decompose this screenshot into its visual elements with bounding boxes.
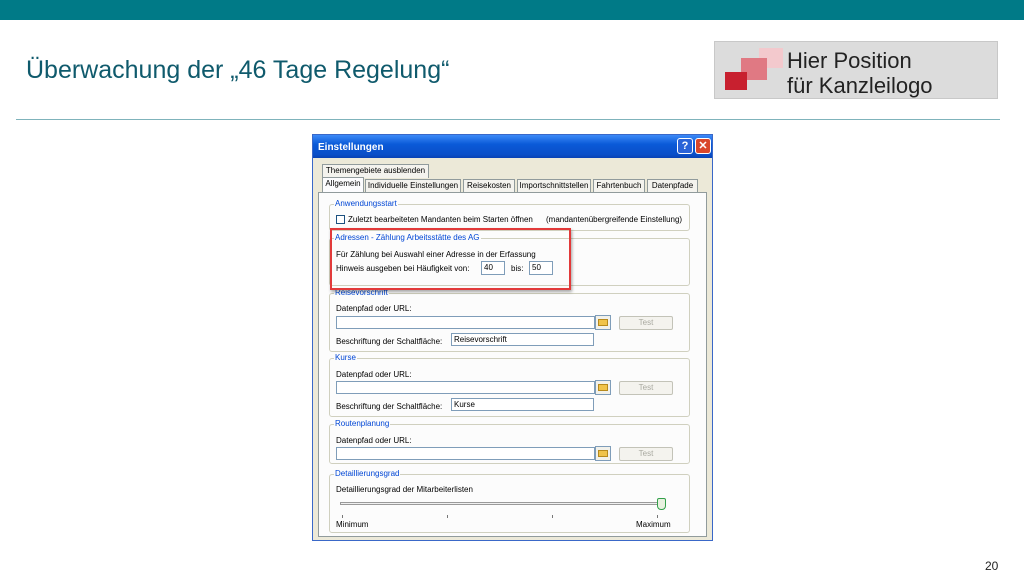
highlight-annotation-box	[330, 228, 571, 290]
group-label-anwendungsstart: Anwendungsstart	[334, 199, 398, 208]
group-label-detaillierungsgrad: Detaillierungsgrad	[334, 469, 401, 478]
routenplanung-test-button[interactable]: Test	[619, 447, 673, 461]
checkbox-label-zuletzt: Zuletzt bearbeiteten Mandanten beim Star…	[348, 215, 533, 224]
kurse-test-button[interactable]: Test	[619, 381, 673, 395]
reisevorschrift-browse-button[interactable]	[595, 315, 611, 330]
folder-icon	[598, 319, 608, 326]
tab-allgemein[interactable]: Allgemein	[322, 177, 364, 193]
logo-text: Hier Position für Kanzleilogo	[787, 48, 933, 98]
group-routenplanung: Routenplanung Datenpfad oder URL: Test	[329, 419, 690, 464]
group-kurse: Kurse Datenpfad oder URL: Test Beschrift…	[329, 353, 690, 417]
kurse-browse-button[interactable]	[595, 380, 611, 395]
logo-placeholder: Hier Position für Kanzleilogo	[714, 41, 998, 99]
kurse-caption-input[interactable]: Kurse	[451, 398, 594, 411]
folder-icon	[598, 450, 608, 457]
folder-icon	[598, 384, 608, 391]
settings-window: Einstellungen ? ✕ Themengebiete ausblend…	[312, 134, 713, 541]
group-reisevorschrift: Reisevorschrift Datenpfad oder URL: Test…	[329, 288, 690, 352]
logo-line-2: für Kanzleilogo	[787, 73, 933, 98]
kurse-path-input[interactable]	[336, 381, 595, 394]
reisevorschrift-test-button[interactable]: Test	[619, 316, 673, 330]
slider-tick	[552, 515, 553, 518]
reisevorschrift-path-input[interactable]	[336, 316, 595, 329]
slider-min-label: Minimum	[336, 520, 369, 529]
tab-individuelle-einstellungen[interactable]: Individuelle Einstellungen	[365, 179, 461, 193]
slider-tick	[342, 515, 343, 518]
page-number: 20	[985, 559, 999, 573]
slider-tick	[447, 515, 448, 518]
kurse-caption-label: Beschriftung der Schaltfläche:	[336, 402, 443, 411]
help-icon[interactable]: ?	[677, 138, 693, 154]
group-label-kurse: Kurse	[334, 353, 357, 362]
title-divider	[16, 119, 1000, 120]
tab-themengebiete-ausblenden[interactable]: Themengebiete ausblenden	[322, 164, 429, 178]
tab-fahrtenbuch[interactable]: Fahrtenbuch	[593, 179, 645, 193]
detaillierungsgrad-slider-thumb[interactable]	[657, 498, 666, 510]
detaillierungsgrad-slider-track[interactable]	[340, 502, 662, 505]
tab-datenpfade[interactable]: Datenpfade	[647, 179, 698, 193]
reisevorschrift-caption-input[interactable]: Reisevorschrift	[451, 333, 594, 346]
close-icon[interactable]: ✕	[695, 138, 711, 154]
top-accent-bar	[0, 0, 1024, 20]
logo-line-1: Hier Position	[787, 48, 912, 73]
reisevorschrift-caption-label: Beschriftung der Schaltfläche:	[336, 337, 443, 346]
window-titlebar[interactable]: Einstellungen ? ✕	[313, 135, 712, 158]
slider-tick	[657, 515, 658, 518]
detaillierungsgrad-description: Detaillierungsgrad der Mitarbeiterlisten	[336, 485, 473, 494]
checkbox-zuletzt-bearbeiteten[interactable]	[336, 215, 345, 224]
kurse-path-label: Datenpfad oder URL:	[336, 370, 412, 379]
routenplanung-path-label: Datenpfad oder URL:	[336, 436, 412, 445]
slide-title: Überwachung der „46 Tage Regelung“	[26, 56, 450, 84]
routenplanung-path-input[interactable]	[336, 447, 595, 460]
window-title: Einstellungen	[318, 142, 384, 153]
reisevorschrift-path-label: Datenpfad oder URL:	[336, 304, 412, 313]
logo-square-dark	[725, 72, 747, 90]
note-mandantenuebergreifend: (mandantenübergreifende Einstellung)	[546, 215, 683, 224]
group-detaillierungsgrad: Detaillierungsgrad Detaillierungsgrad de…	[329, 469, 690, 533]
tab-reisekosten[interactable]: Reisekosten	[463, 179, 515, 193]
routenplanung-browse-button[interactable]	[595, 446, 611, 461]
group-anwendungsstart: Anwendungsstart Zuletzt bearbeiteten Man…	[329, 199, 690, 231]
tab-importschnittstellen[interactable]: Importschnittstellen	[517, 179, 591, 193]
slider-max-label: Maximum	[636, 520, 671, 529]
group-label-routenplanung: Routenplanung	[334, 419, 391, 428]
